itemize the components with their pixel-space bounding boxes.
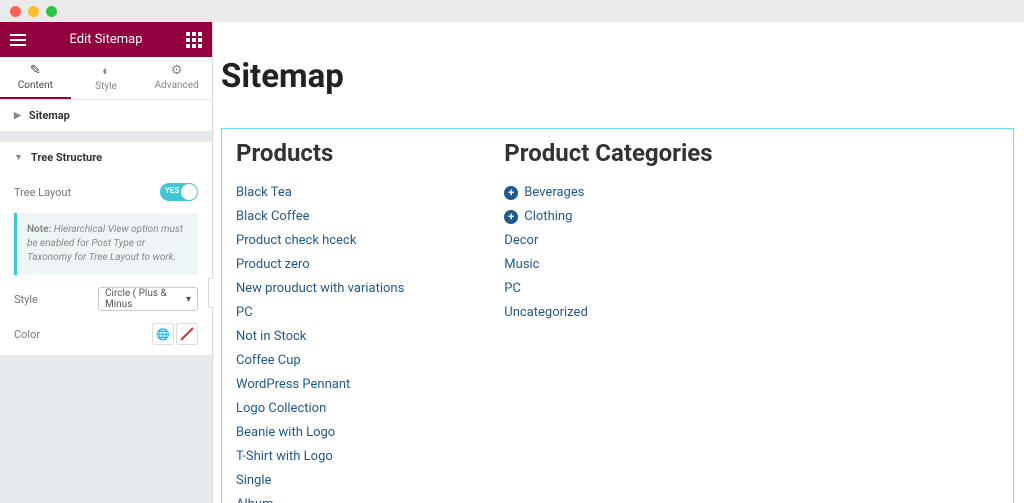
control-label: Style: [14, 293, 38, 306]
toggle-knob-icon: [181, 184, 197, 200]
sidebar-title: Edit Sitemap: [69, 32, 142, 47]
sitemap-link[interactable]: Music: [504, 257, 712, 272]
contrast-icon: ◐: [102, 63, 110, 79]
sitemap-list: Black Tea Black Coffee Product check hceck…: [236, 185, 404, 503]
section-body: Tree Layout YES Note: Hierarchical View …: [0, 173, 212, 355]
gear-icon: ⚙: [171, 63, 183, 78]
section-tree-structure: ▼ Tree Structure Tree Layout YES Note: H…: [0, 141, 212, 355]
tree-layout-toggle[interactable]: YES: [160, 183, 198, 201]
color-swatch-icon: [179, 326, 195, 342]
sitemap-link-label: T-Shirt with Logo: [236, 449, 333, 464]
sitemap-link[interactable]: Beverages: [504, 185, 712, 200]
sitemap-link-label: New prouduct with variations: [236, 281, 404, 296]
sitemap-link-label: Decor: [504, 233, 538, 248]
sitemap-link[interactable]: Album: [236, 497, 404, 503]
sitemap-link-label: Not in Stock: [236, 329, 306, 344]
caret-right-icon: ▶: [14, 111, 21, 121]
sitemap-link-label: Black Coffee: [236, 209, 310, 224]
section-title: Sitemap: [29, 109, 70, 122]
preview-canvas: Sitemap ProductsBlack TeaBlack CoffeePro…: [213, 22, 1024, 503]
chevron-down-icon: ▾: [186, 294, 191, 305]
sitemap-link-label: Clothing: [524, 209, 572, 224]
tab-label: Style: [95, 81, 117, 92]
maximize-window-button[interactable]: [46, 6, 57, 17]
sitemap-link-label: PC: [504, 281, 521, 296]
sitemap-link-label: Black Tea: [236, 185, 292, 200]
select-value: Circle ( Plus & Minus: [105, 288, 186, 310]
sitemap-link[interactable]: PC: [236, 305, 404, 320]
globe-icon: 🌐: [156, 328, 170, 341]
control-style: Style Circle ( Plus & Minus ▾: [14, 287, 198, 311]
sitemap-link[interactable]: T-Shirt with Logo: [236, 449, 404, 464]
widgets-grid-icon[interactable]: [186, 32, 202, 48]
tab-content[interactable]: ✎ Content: [0, 57, 71, 99]
pencil-icon: ✎: [30, 63, 41, 78]
menu-icon[interactable]: [10, 34, 26, 46]
section-sitemap: ▶ Sitemap: [0, 99, 212, 131]
style-select[interactable]: Circle ( Plus & Minus ▾: [98, 287, 198, 311]
tab-advanced[interactable]: ⚙ Advanced: [141, 57, 212, 99]
sitemap-link-label: Beverages: [524, 185, 584, 200]
toggle-state-label: YES: [165, 186, 179, 195]
sitemap-link[interactable]: Product zero: [236, 257, 404, 272]
sitemap-link[interactable]: Logo Collection: [236, 401, 404, 416]
sitemap-link[interactable]: Not in Stock: [236, 329, 404, 344]
editor-sidebar: Edit Sitemap ✎ Content ◐ Style ⚙ Advance…: [0, 22, 212, 503]
sitemap-link-label: Album: [236, 497, 274, 503]
sitemap-link-label: Uncategorized: [504, 305, 587, 320]
expand-plus-icon[interactable]: [504, 186, 518, 200]
note-prefix: Note:: [27, 224, 51, 235]
sitemap-link[interactable]: Uncategorized: [504, 305, 712, 320]
section-title: Tree Structure: [31, 151, 102, 164]
expand-plus-icon[interactable]: [504, 210, 518, 224]
sitemap-link-label: Product check hceck: [236, 233, 356, 248]
column-heading: Products: [236, 139, 404, 167]
tab-label: Advanced: [155, 80, 199, 91]
control-label: Tree Layout: [14, 186, 71, 199]
sitemap-widget[interactable]: Products Black Tea Black Coffee Product che…: [221, 128, 1014, 503]
control-label: Color: [14, 328, 40, 341]
sitemap-link[interactable]: Coffee Cup: [236, 353, 404, 368]
sitemap-link[interactable]: Product check hceck: [236, 233, 404, 248]
note-box: Note: Hierarchical View option must be e…: [14, 213, 198, 275]
sitemap-link[interactable]: WordPress Pennant: [236, 377, 404, 392]
sitemap-link[interactable]: New prouduct with variations: [236, 281, 404, 296]
sitemap-column: Products Black Tea Black Coffee Product che…: [236, 139, 404, 503]
caret-down-icon: ▼: [14, 152, 23, 163]
column-heading: Product Categories: [504, 139, 712, 167]
sitemap-link-label: Coffee Cup: [236, 353, 301, 368]
minimize-window-button[interactable]: [28, 6, 39, 17]
section-header-tree-structure[interactable]: ▼ Tree Structure: [0, 142, 212, 173]
tab-label: Content: [18, 80, 53, 91]
sitemap-link-label: Logo Collection: [236, 401, 326, 416]
sitemap-link-label: Beanie with Logo: [236, 425, 335, 440]
global-color-button[interactable]: 🌐: [152, 323, 174, 345]
note-text: Hierarchical View option must be enabled…: [27, 224, 183, 263]
window-titlebar: [0, 0, 1024, 22]
sitemap-link[interactable]: Black Tea: [236, 185, 404, 200]
sitemap-link[interactable]: Single: [236, 473, 404, 488]
color-controls: 🌐: [152, 323, 198, 345]
page-title: Sitemap: [221, 57, 1014, 96]
control-color: Color 🌐: [14, 323, 198, 345]
color-picker-button[interactable]: [176, 323, 198, 345]
sitemap-link[interactable]: PC: [504, 281, 712, 296]
close-window-button[interactable]: [10, 6, 21, 17]
sitemap-link-label: PC: [236, 305, 253, 320]
sitemap-link[interactable]: Beanie with Logo: [236, 425, 404, 440]
sidebar-header: Edit Sitemap: [0, 22, 212, 57]
sitemap-link-label: Music: [504, 257, 539, 272]
sitemap-column: Product Categories Beverages Clothing Decor…: [504, 139, 712, 503]
sitemap-link[interactable]: Clothing: [504, 209, 712, 224]
panel-tabs: ✎ Content ◐ Style ⚙ Advanced: [0, 57, 212, 99]
sitemap-link-label: Single: [236, 473, 271, 488]
sitemap-link-label: WordPress Pennant: [236, 377, 350, 392]
section-header-sitemap[interactable]: ▶ Sitemap: [0, 100, 212, 131]
sitemap-list: Beverages Clothing Decor Music PC Uncategoriz…: [504, 185, 712, 320]
sitemap-link[interactable]: Black Coffee: [236, 209, 404, 224]
control-tree-layout: Tree Layout YES: [14, 183, 198, 201]
sitemap-link-label: Product zero: [236, 257, 310, 272]
sitemap-link[interactable]: Decor: [504, 233, 712, 248]
tab-style[interactable]: ◐ Style: [71, 57, 142, 99]
